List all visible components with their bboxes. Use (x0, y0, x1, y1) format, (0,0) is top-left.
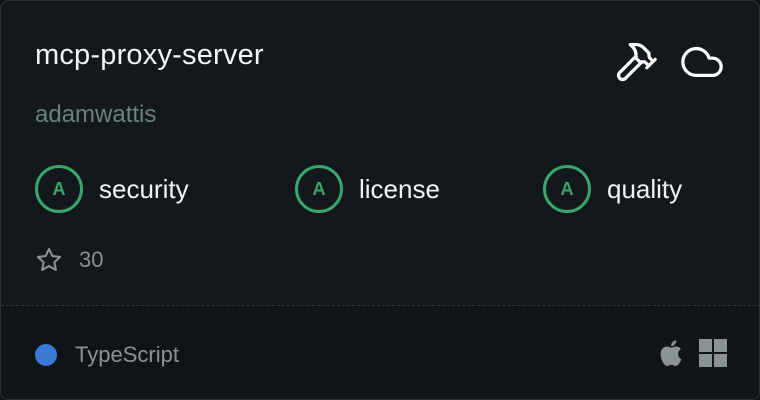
windows-icon (699, 339, 727, 367)
server-card[interactable]: mcp-proxy-server adamwattis A security A… (0, 0, 760, 400)
cloud-icon (681, 46, 723, 78)
metric-quality: A quality (543, 165, 682, 213)
hammer-icon (616, 43, 657, 82)
grade-badge: A (543, 165, 591, 213)
star-icon (36, 247, 62, 271)
language-color-dot (35, 344, 57, 366)
grade-badge: A (295, 165, 343, 213)
language-name: TypeScript (75, 342, 179, 367)
star-count-value: 30 (79, 247, 104, 272)
grade-badge: A (35, 165, 83, 213)
metric-license: A license (295, 165, 440, 213)
platform-icons (657, 338, 727, 368)
metric-security: A security (35, 165, 189, 213)
metric-label: quality (607, 173, 683, 204)
apple-icon (660, 340, 682, 366)
card-footer: TypeScript (1, 306, 759, 399)
repo-title[interactable]: mcp-proxy-server (35, 39, 264, 72)
star-count: 30 (35, 245, 103, 275)
language-indicator: TypeScript (35, 342, 179, 368)
header-icons (613, 39, 725, 85)
metric-label: license (359, 173, 440, 204)
metric-label: security (99, 173, 189, 204)
repo-author[interactable]: adamwattis (35, 101, 156, 129)
